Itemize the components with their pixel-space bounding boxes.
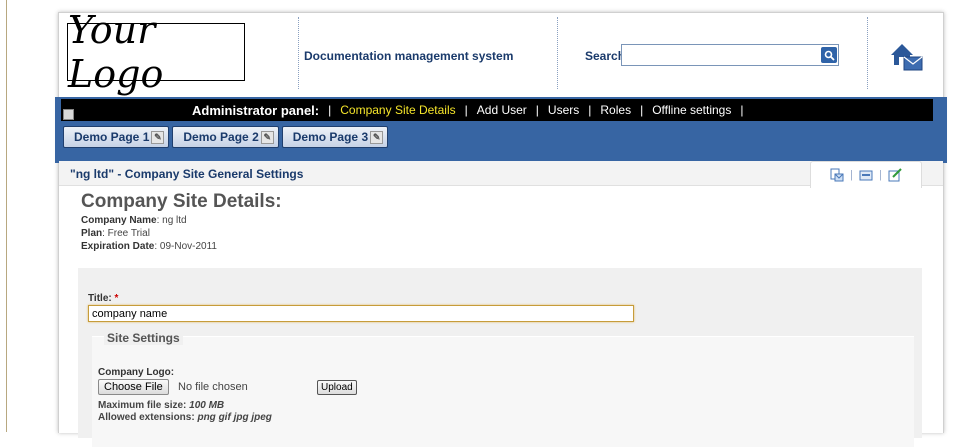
- company-name-label: Company Name: [81, 215, 157, 226]
- separator: |: [588, 103, 592, 117]
- expiration-label: Expiration Date: [81, 241, 155, 252]
- search-input[interactable]: [621, 44, 839, 66]
- edit-icon[interactable]: ✎: [370, 130, 384, 144]
- email-page-icon[interactable]: [830, 168, 844, 182]
- tab-demo-page-3[interactable]: Demo Page 3 ✎: [281, 126, 389, 148]
- max-file-size: Maximum file size: 100 MB: [98, 400, 224, 411]
- home-mail-button[interactable]: [889, 41, 923, 73]
- admin-panel-title: Administrator panel:: [192, 102, 320, 118]
- admin-link-users[interactable]: Users: [548, 103, 579, 117]
- search-button[interactable]: [821, 47, 837, 63]
- toolbar-separator: |: [879, 169, 882, 181]
- company-name-info: Company Name: ng ltd: [81, 215, 187, 226]
- admin-link-offline-settings[interactable]: Offline settings: [652, 103, 731, 117]
- company-name-value: : ng ltd: [156, 215, 187, 226]
- header: Your Logo Documentation management syste…: [59, 8, 943, 97]
- title-input[interactable]: [88, 305, 634, 322]
- allowed-extensions: Allowed extensions: png gif jpg jpeg: [98, 412, 272, 423]
- main-frame: Your Logo Documentation management syste…: [55, 8, 947, 447]
- toolbar-separator: |: [850, 169, 853, 181]
- plan-label: Plan: [81, 228, 103, 239]
- admin-link-add-user[interactable]: Add User: [477, 103, 527, 117]
- edit-icon[interactable]: [63, 108, 74, 120]
- section-title: "ng ltd" - Company Site General Settings: [70, 167, 304, 181]
- separator: |: [328, 103, 332, 117]
- page-heading: Company Site Details:: [81, 191, 282, 212]
- site-settings-legend: Site Settings: [104, 331, 183, 345]
- admin-panel-bar: Administrator panel: | Company Site Deta…: [61, 99, 933, 121]
- home-mail-icon: [891, 44, 923, 71]
- page-left-border: [6, 0, 7, 432]
- admin-link-roles[interactable]: Roles: [600, 103, 631, 117]
- print-icon[interactable]: [859, 168, 873, 182]
- max-file-size-value: 100 MB: [189, 400, 225, 411]
- tab-label: Demo Page 1: [74, 130, 150, 144]
- plan-info: Plan: Free Trial: [81, 228, 150, 239]
- choose-file-button[interactable]: Choose File: [98, 379, 169, 395]
- plan-value: : Free Trial: [102, 228, 150, 239]
- admin-link-company-site-details[interactable]: Company Site Details: [340, 103, 455, 117]
- header-divider: [298, 17, 299, 89]
- title-label-text: Title:: [88, 293, 112, 304]
- logo: Your Logo: [67, 8, 245, 96]
- site-settings-fieldset: Site Settings Company Logo: Choose File …: [92, 331, 914, 447]
- expiration-info: Expiration Date: 09-Nov-2011: [81, 241, 217, 252]
- separator: |: [740, 103, 744, 117]
- no-file-chosen-text: No file chosen: [178, 381, 248, 393]
- settings-form: Title: * Site Settings Company Logo: Cho…: [78, 268, 922, 447]
- required-mark: *: [114, 293, 119, 304]
- company-logo-label: Company Logo:: [98, 367, 175, 378]
- tab-label: Demo Page 3: [292, 130, 369, 144]
- tab-demo-page-2[interactable]: Demo Page 2 ✎: [172, 126, 279, 148]
- section-toolbar: | |: [810, 161, 922, 188]
- header-divider: [867, 17, 868, 89]
- edit-icon[interactable]: ✎: [260, 130, 274, 144]
- edit-note-icon[interactable]: [888, 168, 902, 182]
- separator: |: [535, 103, 539, 117]
- search-icon: [824, 50, 835, 61]
- expiration-value: : 09-Nov-2011: [154, 241, 217, 252]
- allowed-extensions-label: Allowed extensions:: [98, 412, 195, 423]
- upload-button[interactable]: Upload: [317, 380, 357, 395]
- header-divider: [557, 17, 558, 89]
- page-tabs: Demo Page 1 ✎ Demo Page 2 ✎ Demo Page 3 …: [63, 126, 389, 148]
- allowed-extensions-value: png gif jpg jpeg: [197, 412, 272, 423]
- separator: |: [640, 103, 644, 117]
- edit-icon[interactable]: ✎: [151, 130, 165, 144]
- tab-label: Demo Page 2: [183, 130, 259, 144]
- app-title: Documentation management system: [304, 49, 514, 63]
- tab-demo-page-1[interactable]: Demo Page 1 ✎: [63, 126, 170, 148]
- separator: |: [464, 103, 468, 117]
- title-label: Title: *: [88, 293, 118, 304]
- section-header: "ng ltd" - Company Site General Settings…: [59, 161, 943, 188]
- navigation-bar: Administrator panel: | Company Site Deta…: [55, 97, 947, 163]
- max-file-size-label: Maximum file size:: [98, 400, 187, 411]
